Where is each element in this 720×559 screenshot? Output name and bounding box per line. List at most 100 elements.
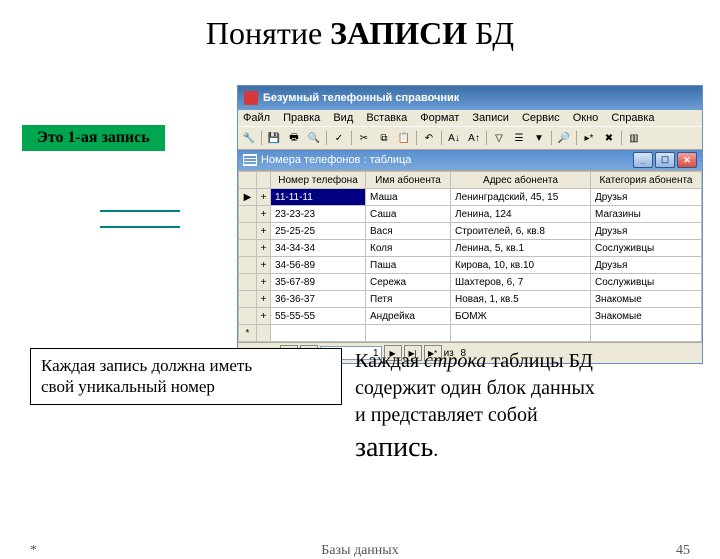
cell-address[interactable] <box>451 325 591 342</box>
col-name[interactable]: Имя абонента <box>366 172 451 189</box>
cell-phone[interactable]: 34-34-34 <box>271 240 366 257</box>
menu-tools[interactable]: Сервис <box>522 112 560 124</box>
undo-icon[interactable]: ↶ <box>420 129 438 147</box>
expand-icon[interactable]: + <box>257 206 271 223</box>
table-row[interactable]: +55-55-55АндрейкаБОМЖЗнакомые <box>239 308 702 325</box>
menu-edit[interactable]: Правка <box>283 112 320 124</box>
cell-address[interactable]: Строителей, 6, кв.8 <box>451 223 591 240</box>
new-record-icon[interactable]: ▸* <box>580 129 598 147</box>
paste-icon[interactable]: 📋 <box>395 129 413 147</box>
cell-name[interactable]: Вася <box>366 223 451 240</box>
table-row[interactable]: +34-56-89ПашаКирова, 10, кв.10Друзья <box>239 257 702 274</box>
col-category[interactable]: Категория абонента <box>591 172 702 189</box>
menu-help[interactable]: Справка <box>611 112 654 124</box>
sort-desc-icon[interactable]: A↑ <box>465 129 483 147</box>
table-row[interactable]: +25-25-25ВасяСтроителей, 6, кв.8Друзья <box>239 223 702 240</box>
cell-phone[interactable]: 11-11-11 <box>271 189 366 206</box>
filter-form-icon[interactable]: ☰ <box>510 129 528 147</box>
pointer-marks <box>100 210 180 242</box>
copy-icon[interactable]: ⧉ <box>375 129 393 147</box>
expand-icon[interactable]: + <box>257 223 271 240</box>
cell-address[interactable]: Шахтеров, 6, 7 <box>451 274 591 291</box>
filter-selection-icon[interactable]: ▽ <box>490 129 508 147</box>
cell-phone[interactable]: 23-23-23 <box>271 206 366 223</box>
expand-icon[interactable]: + <box>257 308 271 325</box>
row-marker[interactable] <box>239 257 257 274</box>
cell-phone[interactable]: 36-36-37 <box>271 291 366 308</box>
expand-icon[interactable]: + <box>257 291 271 308</box>
cell-category[interactable]: Друзья <box>591 223 702 240</box>
cell-address[interactable]: Ленина, 5, кв.1 <box>451 240 591 257</box>
minimize-button[interactable]: _ <box>633 152 653 168</box>
cell-phone[interactable]: 34-56-89 <box>271 257 366 274</box>
cell-address[interactable]: Ленина, 124 <box>451 206 591 223</box>
cell-phone[interactable]: 25-25-25 <box>271 223 366 240</box>
save-icon[interactable]: 💾 <box>265 129 283 147</box>
preview-icon[interactable]: 🔍 <box>305 129 323 147</box>
db-window-icon[interactable]: ▥ <box>625 129 643 147</box>
row-marker[interactable] <box>239 291 257 308</box>
cell-category[interactable]: Сослуживцы <box>591 274 702 291</box>
expand-icon[interactable]: + <box>257 189 271 206</box>
table-row[interactable]: +35-67-89СережаШахтеров, 6, 7Сослуживцы <box>239 274 702 291</box>
design-view-icon[interactable]: 🔧 <box>240 129 258 147</box>
row-marker[interactable] <box>239 206 257 223</box>
menu-file[interactable]: Файл <box>243 112 270 124</box>
cell-category[interactable]: Магазины <box>591 206 702 223</box>
col-address[interactable]: Адрес абонента <box>451 172 591 189</box>
cell-phone[interactable] <box>271 325 366 342</box>
expand-icon[interactable]: + <box>257 240 271 257</box>
cell-address[interactable]: БОМЖ <box>451 308 591 325</box>
cell-name[interactable]: Паша <box>366 257 451 274</box>
expand-icon[interactable] <box>257 325 271 342</box>
cell-category[interactable]: Знакомые <box>591 291 702 308</box>
cell-category[interactable]: Знакомые <box>591 308 702 325</box>
cell-category[interactable]: Сослуживцы <box>591 240 702 257</box>
table-row[interactable]: * <box>239 325 702 342</box>
menu-format[interactable]: Формат <box>420 112 459 124</box>
maximize-button[interactable]: ☐ <box>655 152 675 168</box>
callout-line1: Каждая запись должна иметь <box>41 356 252 375</box>
row-marker[interactable]: ▶ <box>239 189 257 206</box>
sort-asc-icon[interactable]: A↓ <box>445 129 463 147</box>
cell-name[interactable]: Саша <box>366 206 451 223</box>
cell-name[interactable]: Андрейка <box>366 308 451 325</box>
apply-filter-icon[interactable]: ▼ <box>530 129 548 147</box>
menu-records[interactable]: Записи <box>472 112 509 124</box>
row-marker[interactable] <box>239 274 257 291</box>
cell-phone[interactable]: 55-55-55 <box>271 308 366 325</box>
expand-icon[interactable]: + <box>257 274 271 291</box>
find-icon[interactable]: 🔎 <box>555 129 573 147</box>
row-marker[interactable] <box>239 223 257 240</box>
row-marker[interactable] <box>239 240 257 257</box>
cell-address[interactable]: Новая, 1, кв.5 <box>451 291 591 308</box>
table-row[interactable]: +23-23-23СашаЛенина, 124Магазины <box>239 206 702 223</box>
table-row[interactable]: ▶+11-11-11МашаЛенинградский, 45, 15Друзь… <box>239 189 702 206</box>
table-row[interactable]: +36-36-37ПетяНовая, 1, кв.5Знакомые <box>239 291 702 308</box>
row-marker[interactable] <box>239 308 257 325</box>
row-marker[interactable]: * <box>239 325 257 342</box>
cell-name[interactable] <box>366 325 451 342</box>
cell-category[interactable] <box>591 325 702 342</box>
cell-category[interactable]: Друзья <box>591 257 702 274</box>
close-button[interactable]: ✕ <box>677 152 697 168</box>
data-table: Номер телефона Имя абонента Адрес абонен… <box>238 171 702 342</box>
print-icon[interactable]: 🖶 <box>285 129 303 147</box>
cell-category[interactable]: Друзья <box>591 189 702 206</box>
col-phone[interactable]: Номер телефона <box>271 172 366 189</box>
cell-name[interactable]: Коля <box>366 240 451 257</box>
menu-insert[interactable]: Вставка <box>366 112 407 124</box>
expand-icon[interactable]: + <box>257 257 271 274</box>
menu-view[interactable]: Вид <box>333 112 353 124</box>
cell-name[interactable]: Петя <box>366 291 451 308</box>
cut-icon[interactable]: ✂ <box>355 129 373 147</box>
delete-record-icon[interactable]: ✖ <box>600 129 618 147</box>
cell-address[interactable]: Ленинградский, 45, 15 <box>451 189 591 206</box>
cell-name[interactable]: Маша <box>366 189 451 206</box>
table-row[interactable]: +34-34-34КоляЛенина, 5, кв.1Сослуживцы <box>239 240 702 257</box>
cell-address[interactable]: Кирова, 10, кв.10 <box>451 257 591 274</box>
spellcheck-icon[interactable]: ✓ <box>330 129 348 147</box>
cell-name[interactable]: Сережа <box>366 274 451 291</box>
cell-phone[interactable]: 35-67-89 <box>271 274 366 291</box>
menu-window[interactable]: Окно <box>573 112 599 124</box>
